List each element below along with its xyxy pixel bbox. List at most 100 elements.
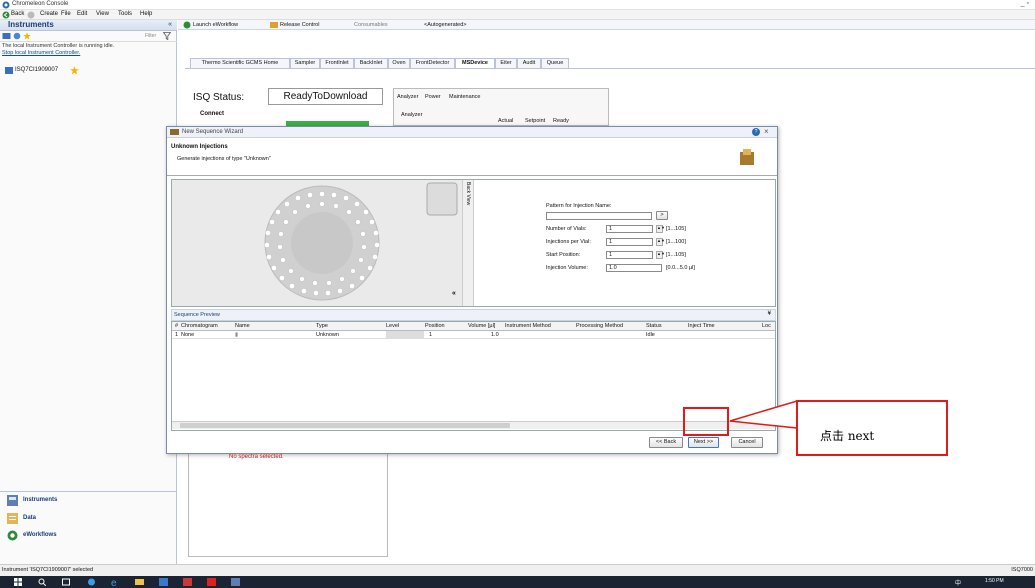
help-icon[interactable]: ? [752,128,760,136]
left-panel [0,20,177,565]
callout-text: 点击 next [820,429,875,443]
vials-stepper[interactable]: ▲▼ [656,225,665,233]
title-bar: Chromeleon Console _ ▫ [0,0,1035,10]
pdf-icon[interactable] [207,578,216,586]
app-icon [2,1,10,9]
back-view-strip[interactable]: Back View [462,180,474,306]
autogenerated-dropdown[interactable]: <Autogenerated> [424,22,467,28]
expand-icon[interactable]: ¥ [768,311,771,317]
filter-icon[interactable] [163,32,171,40]
table-row[interactable]: 1 None ▮ Unknown 1 1.0 Idle [172,331,775,339]
tab-frontinlet[interactable]: FrontInlet [320,58,354,68]
pattern-insert-button[interactable]: > [656,211,668,220]
filter-bar: Filter [0,31,177,42]
release-control-icon[interactable] [270,21,278,29]
injections-input[interactable]: 1 [606,238,653,246]
menu-edit[interactable]: Edit [77,11,87,17]
power-tab[interactable]: Power [425,94,441,100]
vials-range: [1...105] [666,226,686,232]
menu-back[interactable]: Back [11,11,24,17]
col-name: Name [235,323,250,329]
injection-volume-input[interactable]: 1.0 [606,264,662,272]
app-launcher-icon[interactable] [159,578,168,586]
col-inject-time: Inject Time [688,323,715,329]
instruction-callout: 点击 next [796,400,948,456]
analyzer-tab[interactable]: Analyzer [397,94,418,100]
launch-eworkflow-icon[interactable] [183,21,191,29]
browser-icon[interactable] [87,578,96,586]
file-explorer-icon[interactable] [135,578,144,586]
col-status: Status [646,323,662,329]
stop-controller-link[interactable]: Stop local Instrument Controller. [2,50,172,57]
collapse-icon[interactable]: « [168,21,172,28]
collapse-tray-icon[interactable]: « [452,290,456,297]
clock[interactable]: 1:50 PM [985,578,1004,584]
toolbar-spacer [178,30,1035,56]
pattern-input[interactable] [546,212,652,220]
ime-indicator[interactable]: 中 [955,578,961,587]
release-control-button[interactable]: Release Control [280,22,319,28]
nav-eworkflows[interactable]: eWorkflows [5,529,173,542]
menu-tools[interactable]: Tools [118,11,132,17]
wizard-icon [170,129,179,135]
tab-eiter[interactable]: Eiter [495,58,517,68]
task-view-icon[interactable] [62,578,70,586]
tool-icon[interactable] [183,578,192,586]
edge-icon[interactable]: e [111,577,120,587]
menu-view[interactable]: View [96,11,109,17]
tab-audit[interactable]: Audit [517,58,541,68]
vials-input[interactable]: 1 [606,225,653,233]
cell-position: 1 [429,332,433,338]
status-bar: Instrument 'ISQ7CI1909007' selected ISQ7… [0,564,1035,576]
forward-arrow-icon[interactable] [27,11,35,19]
tab-strip-line [185,68,1035,69]
instruments-nav-icon [7,495,18,506]
col-loc: Loc [762,323,771,329]
next-button[interactable]: Next >> [688,437,719,448]
launch-eworkflow-button[interactable]: Launch eWorkflow [193,22,238,28]
wizard-header: Unknown Injections Generate injections o… [167,138,777,176]
back-button[interactable]: << Back [649,437,683,448]
sequence-preview-title: Sequence Preview [174,312,220,318]
no-spectra-text: No spectra selected. [229,454,284,460]
tab-backinlet[interactable]: BackInlet [354,58,388,68]
back-arrow-icon[interactable] [2,11,10,19]
refresh-icon[interactable] [13,32,21,40]
injections-label: Injections per Vial: [546,239,591,245]
col-actual: Actual [498,118,514,124]
nav-data[interactable]: Data [5,512,173,525]
tab-sampler[interactable]: Sampler [290,58,320,68]
search-icon[interactable] [38,578,46,586]
cell-level[interactable] [386,331,424,338]
cell-status: Idle [646,332,655,338]
tab-frontdetector[interactable]: FrontDetector [410,58,455,68]
menu-create[interactable]: Create [40,11,58,17]
tab-gcms-home[interactable]: Thermo Scientific GCMS Home [190,58,290,68]
windows-start-icon[interactable] [14,578,22,586]
cancel-button[interactable]: Cancel [731,437,763,448]
window-controls[interactable]: _ ▫ [1021,0,1029,7]
consumables-button[interactable]: Consumables [354,22,388,28]
start-position-input[interactable]: 1 [606,251,653,259]
instrument-icon[interactable] [2,32,11,40]
wizard-heading: Unknown Injections [171,144,228,150]
window-title: Chromeleon Console [12,1,69,7]
start-position-stepper[interactable]: ▲▼ [656,251,665,259]
maintenance-tab[interactable]: Maintenance [449,94,481,100]
menu-help[interactable]: Help [140,11,152,17]
col-processing-method: Processing Method [576,323,624,329]
tab-msdevice[interactable]: MSDevice [455,58,495,68]
close-icon[interactable]: × [764,127,769,136]
nav-instruments[interactable]: Instruments [5,494,173,507]
tab-oven[interactable]: Oven [388,58,410,68]
window-icon[interactable] [231,578,240,586]
injection-volume-range: [0.0...5.0 µl] [666,265,695,271]
tab-queue[interactable]: Queue [541,58,569,68]
col-type: Type [316,323,328,329]
edit-cursor-icon[interactable]: ▮ [235,332,238,338]
injections-stepper[interactable]: ▲▼ [656,238,665,246]
favorite-star-icon[interactable] [70,66,79,75]
scrollbar-thumb[interactable] [180,423,510,428]
favorite-star-icon[interactable] [23,32,31,40]
menu-file[interactable]: File [61,11,71,17]
